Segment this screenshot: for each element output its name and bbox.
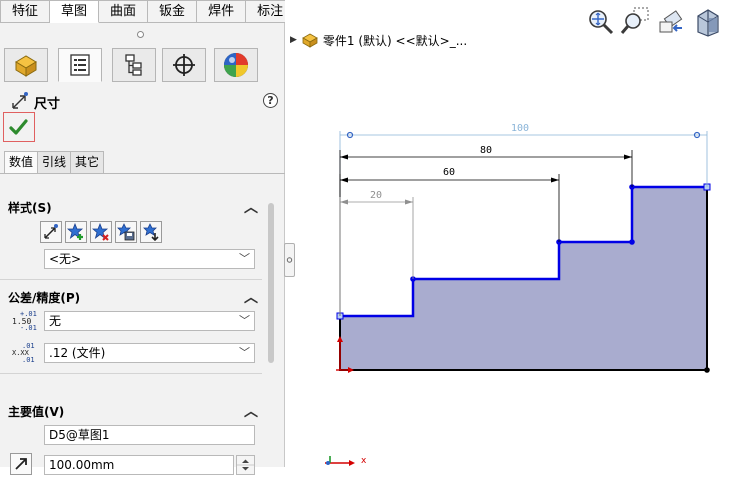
chevron-up-icon[interactable]: ︿ bbox=[244, 287, 258, 307]
configuration-manager-icon bbox=[125, 54, 142, 76]
ok-button[interactable] bbox=[3, 112, 35, 142]
triad-x-label: x bbox=[361, 456, 367, 466]
tab-other[interactable]: 其它 bbox=[71, 151, 105, 174]
tab-features[interactable]: 特征 bbox=[0, 0, 51, 23]
sketch-point[interactable] bbox=[704, 367, 710, 373]
tab-leaders[interactable]: 引线 bbox=[38, 151, 72, 174]
sketch-point[interactable] bbox=[629, 239, 635, 245]
panel-collapse-handle[interactable] bbox=[137, 31, 144, 38]
property-manager-tab[interactable] bbox=[58, 48, 102, 82]
checkmark-icon bbox=[9, 119, 28, 135]
property-manager-header: 尺寸 ? bbox=[8, 91, 278, 112]
add-style-button[interactable] bbox=[65, 221, 87, 243]
chevron-down-icon: ﹀ bbox=[239, 314, 250, 327]
tolerance-type-select[interactable]: 无 ﹀ bbox=[44, 311, 255, 331]
manager-icon-tabs bbox=[0, 46, 285, 84]
dimension-name-value: D5@草图1 bbox=[49, 428, 110, 442]
property-manager-title: 尺寸 bbox=[34, 97, 61, 112]
dimxpert-tab[interactable] bbox=[162, 48, 206, 82]
chevron-up-icon[interactable]: ︿ bbox=[244, 401, 258, 421]
load-style-icon bbox=[143, 223, 159, 241]
primary-value-group-title: 主要值(V) bbox=[8, 405, 65, 419]
dimxpert-icon bbox=[173, 54, 195, 76]
chevron-up-icon[interactable]: ︿ bbox=[244, 197, 258, 217]
dimension-name-field[interactable]: D5@草图1 bbox=[44, 425, 255, 445]
dimension-sub-tabs: 数值 引线 其它 bbox=[4, 151, 105, 174]
tolerance-type-icon: +.01 1.50 -.01 bbox=[12, 311, 37, 333]
unit-precision-value: .12 (文件) bbox=[49, 346, 106, 360]
sketch-canvas[interactable]: 100 80 60 20 x bbox=[285, 23, 729, 467]
primary-value-group-header[interactable]: 主要值(V) ︿ bbox=[8, 403, 260, 421]
tab-sheet-metal[interactable]: 钣金 bbox=[148, 0, 198, 23]
style-group-title: 样式(S) bbox=[8, 201, 52, 215]
save-style-icon bbox=[117, 223, 135, 241]
panel-scrollbar[interactable] bbox=[268, 203, 274, 363]
configuration-manager-tab[interactable] bbox=[112, 48, 156, 82]
save-style-button[interactable] bbox=[115, 221, 137, 243]
apply-default-style-button[interactable] bbox=[40, 221, 62, 243]
dimension-icon bbox=[12, 92, 28, 109]
property-manager-icon bbox=[70, 54, 90, 76]
tolerance-type-value: 无 bbox=[49, 314, 62, 328]
group-divider bbox=[0, 373, 262, 374]
tab-weldments[interactable]: 焊件 bbox=[197, 0, 247, 23]
group-divider bbox=[0, 279, 262, 280]
add-style-icon bbox=[67, 223, 84, 240]
appearance-icon bbox=[224, 53, 248, 77]
apply-default-icon bbox=[44, 224, 58, 239]
delete-style-icon bbox=[92, 223, 109, 241]
feature-manager-tab[interactable] bbox=[4, 48, 48, 82]
tab-surfaces[interactable]: 曲面 bbox=[99, 0, 149, 23]
delete-style-button[interactable] bbox=[90, 221, 112, 243]
unit-precision-select[interactable]: .12 (文件) ﹀ bbox=[44, 343, 255, 363]
dimension-value: 100.00mm bbox=[49, 458, 115, 472]
tolerance-minus-text: -.01 bbox=[20, 324, 37, 332]
chevron-down-icon: ﹀ bbox=[239, 346, 250, 359]
dimension-text-20: 20 bbox=[370, 190, 382, 201]
tolerance-group-header[interactable]: 公差/精度(P) ︿ bbox=[8, 289, 260, 307]
tab-value[interactable]: 数值 bbox=[4, 151, 39, 174]
help-icon[interactable]: ? bbox=[263, 93, 278, 108]
value-spin-buttons[interactable] bbox=[236, 455, 255, 475]
reverse-direction-button[interactable] bbox=[10, 453, 32, 475]
diagonal-arrow-icon bbox=[15, 458, 27, 470]
dimension-text-100: 100 bbox=[511, 123, 529, 134]
load-style-button[interactable] bbox=[140, 221, 162, 243]
chevron-down-icon: ﹀ bbox=[239, 252, 250, 265]
appearance-tab[interactable] bbox=[214, 48, 258, 82]
tolerance-group-title: 公差/精度(P) bbox=[8, 291, 81, 305]
feature-manager-icon bbox=[15, 55, 37, 77]
precision-bottom-text: .01 bbox=[22, 356, 35, 364]
tab-sketch[interactable]: 草图 bbox=[50, 0, 100, 23]
dimension-text-80: 80 bbox=[480, 145, 492, 156]
style-select-value: <无> bbox=[49, 252, 82, 266]
dimension-value-field[interactable]: 100.00mm bbox=[44, 455, 234, 475]
style-select[interactable]: <无> ﹀ bbox=[44, 249, 255, 269]
property-manager-panel: 尺寸 ? 数值 引线 其它 样式(S) ︿ <无> ﹀ 公差/精度(P) ︿ +… bbox=[0, 23, 285, 475]
property-scroll-area: 样式(S) ︿ <无> ﹀ 公差/精度(P) ︿ +.01 1.50 -.01 … bbox=[0, 183, 285, 475]
dimension-20[interactable]: 20 bbox=[339, 190, 414, 316]
spin-arrows-icon bbox=[237, 459, 254, 471]
style-buttons-row bbox=[40, 221, 165, 243]
dimension-text-60: 60 bbox=[443, 167, 455, 178]
sub-tab-rule bbox=[0, 173, 285, 174]
unit-precision-icon: .01 X.XX .01 bbox=[12, 343, 36, 365]
style-group-header[interactable]: 样式(S) ︿ bbox=[8, 199, 260, 217]
command-manager-tabs: 特征 草图 曲面 钣金 焊件 标注 bbox=[0, 0, 296, 23]
reference-triad-icon: x bbox=[325, 456, 367, 466]
